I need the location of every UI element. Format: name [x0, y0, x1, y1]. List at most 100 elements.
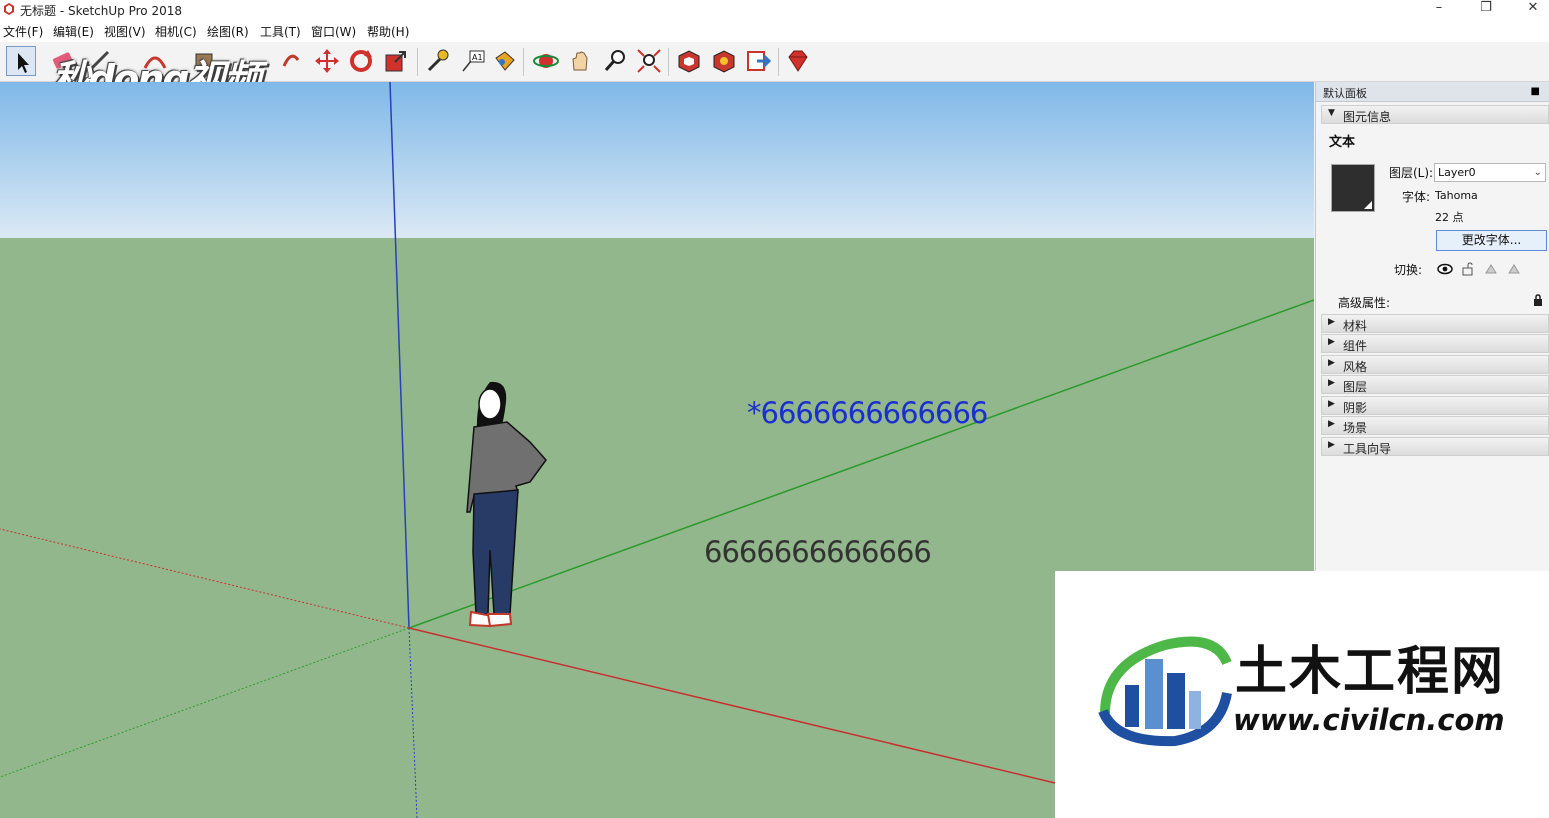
move-icon — [315, 49, 339, 73]
select-icon — [18, 53, 29, 73]
text-color-swatch[interactable] — [1331, 164, 1375, 212]
receive-shadow-icon[interactable] — [1482, 261, 1500, 277]
tray-label: 风格 — [1343, 360, 1368, 374]
close-button[interactable]: ✕ — [1510, 0, 1549, 20]
scale-tool-button[interactable] — [381, 46, 411, 76]
menu-file[interactable]: 文件(F) — [3, 23, 43, 40]
collapsed-arrow-icon: ▶ — [1328, 419, 1335, 429]
ruby-console-button[interactable] — [783, 46, 813, 76]
minimize-button[interactable]: – — [1416, 0, 1462, 20]
menu-bar: 文件(F) 编辑(E) 视图(V) 相机(C) 绘图(R) 工具(T) 窗口(W… — [0, 20, 1549, 42]
move-tool-button[interactable] — [312, 46, 342, 76]
collapsed-arrow-icon: ▶ — [1328, 440, 1335, 450]
zoom-tool-button[interactable] — [600, 46, 630, 76]
pan-tool-button[interactable] — [565, 46, 595, 76]
collapsed-arrow-icon: ▶ — [1328, 378, 1335, 388]
tray-styles[interactable]: ▶ 风格 — [1321, 355, 1549, 374]
text-tool-button[interactable]: A1 — [458, 46, 488, 76]
tray-label: 场景 — [1343, 421, 1368, 435]
civilcn-building-logo-icon — [1098, 636, 1232, 747]
collapsed-arrow-icon: ▶ — [1328, 317, 1335, 327]
cast-shadow-icon[interactable] — [1505, 261, 1523, 277]
toolbar-separator — [778, 48, 779, 76]
expanded-arrow-icon: ▼ — [1328, 108, 1335, 118]
tape-measure-icon — [427, 49, 449, 72]
tray-scenes[interactable]: ▶ 场景 — [1321, 416, 1549, 435]
chevron-down-icon: ⌄ — [1533, 167, 1542, 178]
collapsed-arrow-icon: ▶ — [1328, 399, 1335, 409]
title-bar: 无标题 - SketchUp Pro 2018 – ❐ ✕ — [0, 0, 1549, 20]
tray-label: 组件 — [1343, 339, 1368, 353]
tray-layers[interactable]: ▶ 图层 — [1321, 375, 1549, 394]
pin-icon[interactable]: ■ — [1531, 86, 1540, 97]
svg-text:A1: A1 — [472, 53, 483, 62]
change-font-button[interactable]: 更改字体... — [1436, 230, 1547, 251]
menu-tools[interactable]: 工具(T) — [260, 23, 301, 40]
selected-text-entity[interactable]: *6666666666666 — [747, 396, 988, 430]
collapsed-arrow-icon: ▶ — [1328, 358, 1335, 368]
sky — [0, 82, 1314, 238]
window-title: 无标题 - SketchUp Pro 2018 — [20, 4, 182, 18]
zoom-icon — [604, 50, 625, 71]
layer-dropdown[interactable]: Layer0 ⌄ — [1434, 163, 1546, 182]
tape-measure-tool-button[interactable] — [422, 46, 452, 76]
sketchup-logo-icon — [4, 3, 14, 15]
tray-label: 材料 — [1343, 319, 1368, 333]
zoom-extents-tool-button[interactable] — [634, 46, 664, 76]
tray-label: 图层 — [1343, 380, 1368, 394]
push-pull-tool-button[interactable] — [276, 46, 306, 76]
menu-camera[interactable]: 相机(C) — [155, 23, 197, 40]
layer-value: Layer0 — [1438, 166, 1476, 179]
orbit-tool-button[interactable] — [531, 46, 561, 76]
text-icon: A1 — [462, 50, 485, 72]
tray-label: 阴影 — [1343, 401, 1368, 415]
toggle-label: 切换: — [1394, 263, 1423, 277]
extension-warehouse-button[interactable] — [709, 46, 739, 76]
menu-help[interactable]: 帮助(H) — [367, 23, 409, 40]
tray-shadows[interactable]: ▶ 阴影 — [1321, 396, 1549, 415]
menu-view[interactable]: 视图(V) — [104, 23, 146, 40]
send-to-layout-button[interactable] — [743, 46, 773, 76]
tray-instructor[interactable]: ▶ 工具向导 — [1321, 437, 1549, 456]
font-value: Tahoma — [1435, 189, 1478, 202]
rotate-tool-button[interactable] — [346, 46, 376, 76]
tray-label: 工具向导 — [1343, 442, 1392, 456]
send-icon — [747, 51, 772, 71]
panel-title: 默认面板 — [1323, 87, 1367, 100]
civilcn-logo-url: www.civilcn.com — [1233, 703, 1505, 737]
panel-header: 默认面板 ■ — [1316, 82, 1549, 102]
text-entity[interactable]: 6666666666666 — [704, 535, 932, 569]
menu-draw[interactable]: 绘图(R) — [207, 23, 249, 40]
collapsed-arrow-icon: ▶ — [1328, 337, 1335, 347]
toolbar-separator — [668, 48, 669, 76]
tray-components[interactable]: ▶ 组件 — [1321, 334, 1549, 353]
tray-materials[interactable]: ▶ 材料 — [1321, 314, 1549, 333]
scale-icon — [385, 51, 406, 72]
warehouse-icon — [678, 50, 700, 73]
font-label: 字体: — [1402, 190, 1431, 204]
rotate-icon — [350, 50, 372, 72]
lock-icon[interactable] — [1533, 294, 1543, 306]
zoom-extents-icon — [637, 49, 661, 73]
visible-eye-icon[interactable] — [1436, 261, 1454, 277]
orbit-icon — [533, 54, 559, 68]
default-tray-panel: 默认面板 ■ ▼ 图元信息 文本 图层(L): Layer0 ⌄ 字体: Tah… — [1315, 82, 1549, 572]
ruby-icon — [788, 50, 808, 72]
maximize-button[interactable]: ❐ — [1463, 0, 1509, 20]
toolbar-separator — [523, 48, 524, 76]
lock-icon[interactable] — [1459, 261, 1477, 277]
civilcn-logo-text: 土木工程网 — [1235, 642, 1506, 702]
tray-entity-info[interactable]: ▼ 图元信息 — [1321, 105, 1549, 124]
tray-label: 图元信息 — [1343, 110, 1392, 124]
font-size-value: 22 点 — [1435, 211, 1464, 224]
menu-edit[interactable]: 编辑(E) — [53, 23, 94, 40]
pan-icon — [572, 51, 588, 71]
select-tool-button[interactable] — [6, 46, 36, 76]
3d-warehouse-button[interactable] — [674, 46, 704, 76]
menu-window[interactable]: 窗口(W) — [311, 23, 356, 40]
paint-bucket-icon — [495, 51, 515, 71]
civilcn-logo-overlay: 土木工程网 www.civilcn.com — [1055, 571, 1549, 818]
layer-label: 图层(L): — [1389, 166, 1434, 180]
paint-bucket-tool-button[interactable] — [489, 46, 519, 76]
advanced-attributes-label: 高级属性: — [1338, 296, 1391, 310]
